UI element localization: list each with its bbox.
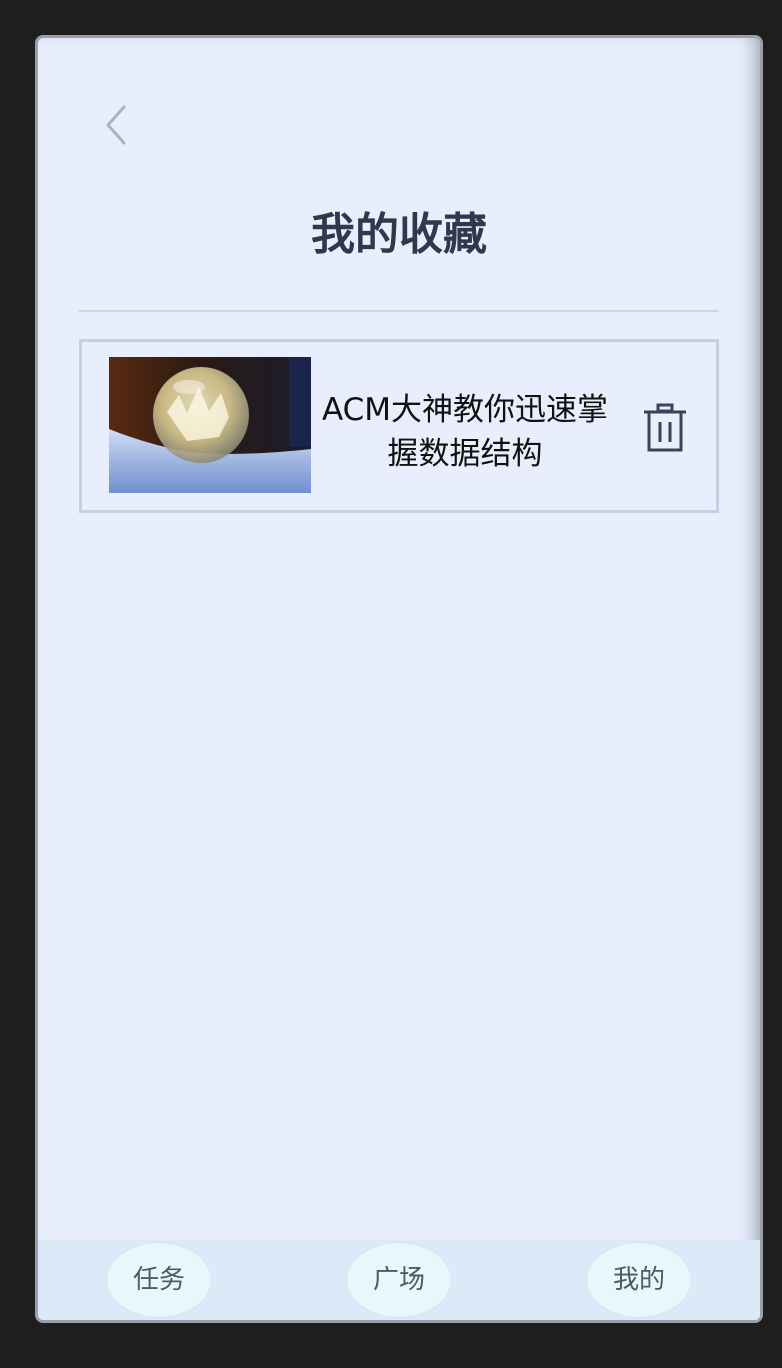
- chevron-left-icon: [106, 105, 126, 145]
- tab-square[interactable]: 广场: [346, 1242, 452, 1318]
- phone-screen: 我的收藏 ACM大神教你迅速掌握数据结构 任务 广场 我的: [35, 35, 763, 1323]
- favorite-thumbnail[interactable]: [109, 357, 311, 493]
- favorite-title[interactable]: ACM大神教你迅速掌握数据结构: [310, 388, 620, 476]
- delete-button[interactable]: [640, 402, 690, 456]
- back-button[interactable]: [98, 100, 138, 150]
- header-divider: [79, 310, 719, 312]
- trash-icon: [644, 403, 686, 452]
- tab-mine[interactable]: 我的: [586, 1242, 692, 1318]
- tab-task[interactable]: 任务: [106, 1242, 212, 1318]
- favorite-item[interactable]: ACM大神教你迅速掌握数据结构: [79, 339, 719, 513]
- bottom-tab-bar: 任务 广场 我的: [38, 1240, 760, 1320]
- page-title: 我的收藏: [311, 209, 487, 260]
